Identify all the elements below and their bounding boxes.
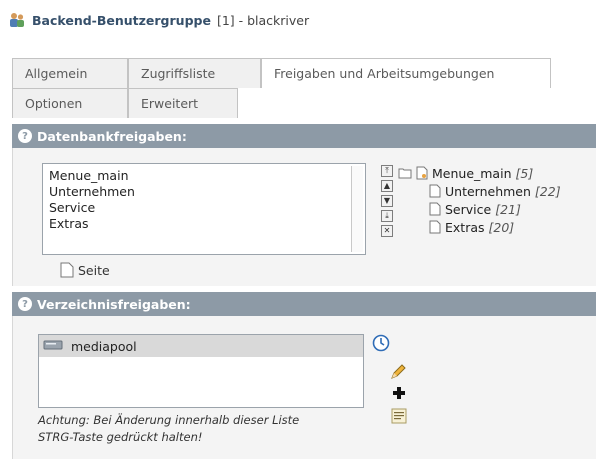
- page-icon: [429, 184, 441, 198]
- tab-label: Optionen: [25, 96, 83, 111]
- seite-link[interactable]: Seite: [60, 262, 110, 278]
- scrollbar[interactable]: [351, 166, 363, 252]
- section-header-fs: ? Verzeichnisfreigaben:: [12, 292, 596, 316]
- hint-line-2: STRG-Taste gedrückt halten!: [38, 430, 203, 444]
- list-action-buttons: ⤒ ▲ ▼ ⤓ ✕: [381, 165, 393, 237]
- tree-count: [21]: [495, 201, 521, 217]
- db-tree: Menue_main [5] Unternehmen [22] Service …: [398, 164, 561, 236]
- remove-icon[interactable]: ✕: [381, 225, 393, 237]
- section-title: Verzeichnisfreigaben:: [37, 296, 191, 312]
- page-icon: [429, 220, 441, 234]
- element-browser-icon[interactable]: [391, 408, 407, 427]
- tab-erweitert[interactable]: Erweitert: [128, 88, 238, 118]
- tree-row[interactable]: Menue_main [5]: [398, 164, 561, 182]
- list-item[interactable]: mediapool: [39, 335, 363, 357]
- page-header: Backend-Benutzergruppe [1] - blackriver: [8, 8, 309, 32]
- seite-label: Seite: [78, 262, 110, 278]
- section-title: Datenbankfreigaben:: [37, 128, 187, 144]
- page-subtitle: [1] - blackriver: [216, 12, 310, 28]
- section-header-db: ? Datenbankfreigaben:: [12, 124, 596, 148]
- page-icon: [429, 202, 441, 216]
- tab-label: Freigaben und Arbeitsumgebungen: [274, 66, 495, 81]
- plus-icon[interactable]: [392, 386, 406, 403]
- move-bottom-icon[interactable]: ⤓: [381, 210, 393, 222]
- hint-text: Achtung: Bei Änderung innerhalb dieser L…: [38, 412, 299, 446]
- move-up-icon[interactable]: ▲: [381, 180, 393, 192]
- tree-count: [20]: [488, 219, 515, 235]
- tree-count: [22]: [534, 183, 561, 199]
- hint-line-1: Achtung: Bei Änderung innerhalb dieser L…: [38, 413, 300, 427]
- tab-zugriffsliste[interactable]: Zugriffsliste: [128, 58, 261, 88]
- tree-label: Unternehmen: [445, 183, 531, 199]
- move-down-icon[interactable]: ▼: [381, 195, 393, 207]
- list-item[interactable]: Unternehmen: [49, 184, 359, 200]
- tree-row[interactable]: Unternehmen [22]: [398, 182, 561, 200]
- tree-label: Extras: [445, 219, 485, 235]
- tab-label: Allgemein: [25, 66, 88, 81]
- help-icon[interactable]: ?: [18, 297, 32, 311]
- tree-label: Service: [445, 201, 492, 217]
- tab-bar-row-1: Allgemein Zugriffsliste Freigaben und Ar…: [12, 58, 551, 88]
- list-item[interactable]: Extras: [49, 216, 359, 232]
- filemount-icon: [43, 339, 63, 354]
- page-icon: [60, 262, 74, 278]
- tree-count: [5]: [515, 165, 534, 181]
- db-selected-list[interactable]: Menue_main Unternehmen Service Extras: [42, 163, 366, 255]
- fs-selected-list[interactable]: mediapool: [38, 334, 364, 408]
- tab-allgemein[interactable]: Allgemein: [12, 58, 128, 88]
- group-icon: [8, 11, 26, 29]
- tree-row[interactable]: Service [21]: [398, 200, 561, 218]
- pencil-icon[interactable]: [390, 364, 406, 383]
- tab-bar-row-2: Optionen Erweitert: [12, 88, 238, 118]
- page-title: Backend-Benutzergruppe: [32, 12, 211, 28]
- help-icon[interactable]: ?: [18, 129, 32, 143]
- tree-row[interactable]: Extras [20]: [398, 218, 561, 236]
- tab-label: Erweitert: [141, 96, 199, 111]
- list-item[interactable]: Menue_main: [49, 168, 359, 184]
- tab-optionen[interactable]: Optionen: [12, 88, 128, 118]
- list-item[interactable]: Service: [49, 200, 359, 216]
- page-icon: [416, 166, 428, 180]
- clock-icon[interactable]: [372, 334, 390, 355]
- tab-label: Zugriffsliste: [141, 66, 216, 81]
- tab-freigaben[interactable]: Freigaben und Arbeitsumgebungen: [261, 58, 551, 88]
- tree-label: Menue_main: [432, 165, 512, 181]
- fs-item-label: mediapool: [71, 338, 137, 354]
- move-top-icon[interactable]: ⤒: [381, 165, 393, 177]
- folder-icon: [398, 167, 412, 179]
